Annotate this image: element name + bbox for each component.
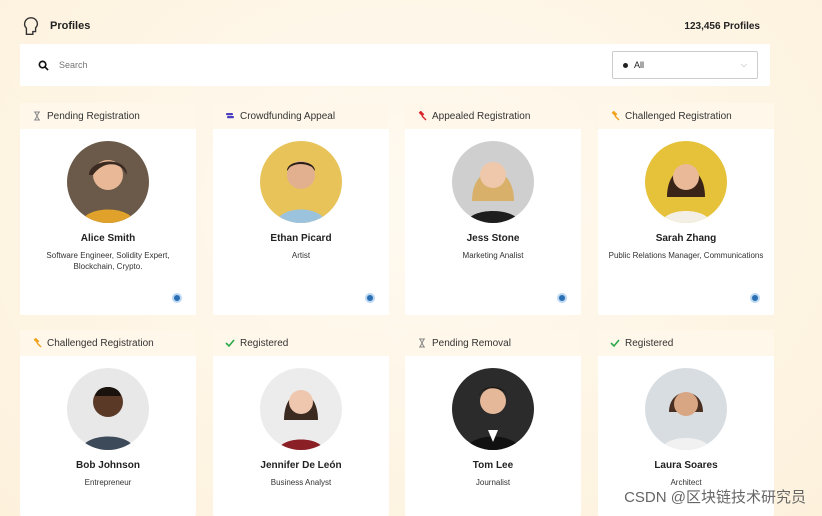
profile-role: Public Relations Manager, Communications — [608, 251, 764, 260]
filter-label: All — [634, 60, 645, 70]
profile-role: Journalist — [475, 478, 511, 487]
profile-name: Tom Lee — [472, 460, 514, 471]
chain-badge-icon — [172, 293, 182, 303]
check-icon — [610, 339, 620, 348]
profile-role: Entrepreneur — [84, 478, 132, 487]
chain-badge-icon — [750, 293, 760, 303]
avatar — [452, 141, 534, 223]
page-title: Profiles — [50, 20, 91, 32]
coins-icon — [226, 113, 234, 119]
profile-name: Jennifer De León — [260, 460, 342, 471]
header: Profiles 123,456 Profiles — [20, 8, 770, 44]
profile-card[interactable]: Challenged Registration Sarah Zhang Publ… — [598, 103, 774, 315]
profile-role: Artist — [291, 251, 311, 260]
gavel-icon — [33, 338, 42, 348]
filter-select[interactable]: All ⌵ — [612, 51, 758, 79]
gavel-icon — [611, 111, 620, 121]
card-status-label: Registered — [240, 337, 289, 349]
avatar — [260, 141, 342, 223]
profile-name: Jess Stone — [466, 233, 520, 244]
profile-card[interactable]: Appealed Registration Jess Stone Marketi… — [405, 103, 581, 315]
search-icon[interactable] — [38, 60, 49, 71]
card-status-label: Challenged Registration — [47, 337, 154, 349]
check-icon — [225, 339, 235, 348]
filter-dot-icon — [623, 62, 628, 68]
card-status-label: Crowdfunding Appeal — [240, 110, 336, 122]
card-status-label: Pending Registration — [47, 110, 140, 122]
search-bar: All ⌵ — [20, 44, 770, 86]
card-status: Registered — [213, 330, 389, 356]
page-background: Profiles 123,456 Profiles All ⌵ Pending … — [0, 0, 822, 516]
card-status-label: Pending Removal — [432, 337, 511, 349]
profile-card[interactable]: Pending Removal Tom Lee Journalist — [405, 330, 581, 516]
chevron-down-icon: ⌵ — [740, 60, 747, 69]
profile-count: 123,456 Profiles — [684, 20, 760, 32]
profile-card[interactable]: Crowdfunding Appeal Ethan Picard Artist — [213, 103, 389, 315]
profile-card[interactable]: Registered Jennifer De León Business Ana… — [213, 330, 389, 516]
avatar — [645, 368, 727, 450]
profile-head-icon — [23, 17, 39, 35]
profile-card[interactable]: Challenged Registration Bob Johnson Entr… — [20, 330, 196, 516]
card-status: Pending Registration — [20, 103, 196, 129]
card-status: Registered — [598, 330, 774, 356]
chain-badge-icon — [557, 293, 567, 303]
hourglass-icon — [419, 338, 425, 348]
brand: Profiles — [20, 15, 90, 37]
profile-role: Software Engineer, Solidity Expert, Bloc… — [46, 251, 170, 272]
avatar — [452, 368, 534, 450]
filter-value: All — [623, 60, 644, 70]
avatar — [67, 141, 149, 223]
card-status: Appealed Registration — [405, 103, 581, 129]
card-status: Pending Removal — [405, 330, 581, 356]
card-status: Challenged Registration — [20, 330, 196, 356]
search-area — [38, 60, 259, 71]
hourglass-icon — [34, 111, 40, 121]
profile-name: Bob Johnson — [76, 460, 140, 471]
card-status-label: Registered — [625, 337, 674, 349]
card-status-label: Appealed Registration — [432, 110, 531, 122]
search-input[interactable] — [59, 60, 259, 70]
avatar — [67, 368, 149, 450]
chain-badge-icon — [365, 293, 375, 303]
profile-role: Marketing Analist — [462, 251, 524, 260]
watermark: CSDN @区块链技术研究员 — [624, 489, 806, 506]
card-status: Crowdfunding Appeal — [213, 103, 389, 129]
profile-name: Alice Smith — [80, 233, 136, 244]
profile-role: Business Analyst — [270, 478, 332, 487]
avatar — [645, 141, 727, 223]
avatar — [260, 368, 342, 450]
profile-name: Sarah Zhang — [655, 233, 717, 244]
profile-card[interactable]: Pending Registration Alice Smith Softwar… — [20, 103, 196, 315]
profile-name: Laura Soares — [654, 460, 718, 471]
card-status-label: Challenged Registration — [625, 110, 732, 122]
card-status: Challenged Registration — [598, 103, 774, 129]
gavel-icon — [418, 111, 427, 121]
profile-name: Ethan Picard — [270, 233, 332, 244]
